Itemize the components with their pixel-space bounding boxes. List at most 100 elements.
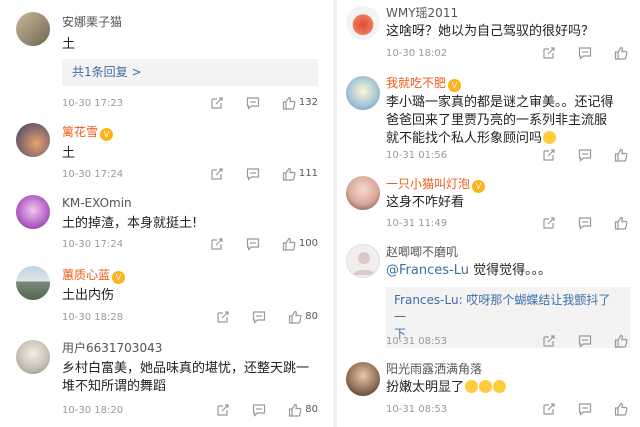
cartoon-face-avatar[interactable] [346,76,380,110]
comment-time: 10-31 08:53 [386,336,448,347]
share-icon[interactable] [542,46,556,60]
thumb-up-icon[interactable] [282,96,296,110]
laugh-emoji-icon [543,131,557,144]
comment-actions [520,148,628,162]
comment-icon[interactable] [578,216,592,230]
comment-time: 10-30 17:24 [62,239,124,250]
comment-username[interactable]: 一只小猫叫灯泡 V [386,177,486,193]
comment-text-line: 乡村白富美，她品味真的堪忧，还整天跳一 [62,361,310,376]
comment-username[interactable]: 安娜栗子猫 [62,15,122,29]
share-icon[interactable] [210,96,224,110]
comment-icon[interactable] [246,237,260,251]
thumb-up-icon[interactable] [288,310,302,324]
comment-time: 10-30 17:24 [62,169,124,180]
comment-username[interactable]: 赵唧唧不磨叽 [386,245,458,259]
thumb-up-icon[interactable] [614,334,628,348]
comment-icon[interactable] [578,402,592,416]
comment-item: 我就吃不肥 V 李小璐一家真的都是谜之审美。。还记得 爸爸回来了里贾乃亮的一系列非… [338,68,640,168]
thumb-up-icon[interactable] [282,237,296,251]
thumb-up-icon[interactable] [614,402,628,416]
comment-username[interactable]: 蕙质心蓝 V [62,268,126,284]
comment-time: 10-30 17:23 [62,98,124,109]
thumb-up-icon[interactable] [282,167,296,181]
comment-actions [520,46,628,60]
comment-icon[interactable] [246,96,260,110]
comment-icon[interactable] [252,403,266,417]
comment-text: 土的掉渣，本身就挺土! [62,216,198,231]
share-icon[interactable] [542,148,556,162]
comment-text: @Frances-Lu 觉得觉得。。。 [386,263,552,278]
purple-cartoon-avatar[interactable] [16,195,50,229]
share-icon[interactable] [216,403,230,417]
comment-text: 土 [62,37,76,52]
laugh-emoji-icon [479,380,493,393]
thumb-up-icon[interactable] [614,148,628,162]
sunset-avatar[interactable] [16,123,50,157]
comment-time: 10-31 01:56 [386,150,448,161]
comment-text: 土出内伤 [62,288,115,303]
thumb-up-icon[interactable] [614,216,628,230]
landscape-avatar[interactable] [16,266,50,300]
comment-item: 用户6631703043 乡村白富美，她品味真的堪忧，还整天跳一 堆不知所谓的舞… [0,330,330,427]
share-icon[interactable] [210,167,224,181]
vip-badge-icon: V [100,128,114,141]
comment-icon[interactable] [578,46,592,60]
cat-photo-avatar[interactable] [16,12,50,46]
comment-text: 乡村白富美，她品味真的堪忧，还整天跳一 堆不知所谓的舞蹈 [62,360,309,396]
man-avatar[interactable] [346,362,380,396]
like-count: 80 [305,404,318,415]
vip-badge-icon: V [448,79,462,92]
comment-actions [520,402,628,416]
column-divider [333,0,337,427]
mention-link[interactable]: @Frances-Lu [386,263,469,278]
comment-actions: 100 [188,237,318,251]
share-icon[interactable] [542,334,556,348]
comment-icon[interactable] [246,167,260,181]
comment-item: 一只小猫叫灯泡 V 这身不咋好看 10-31 11:49 [338,168,640,236]
comment-text-line: 堆不知所谓的舞蹈 [62,379,167,394]
comment-text-line: 就不能找个私人形象顾问吗 [386,130,614,148]
comment-item: 阳光雨露洒满角落 扮嫩太明显了 10-31 08:53 [338,352,640,427]
default-avatar[interactable] [346,244,380,278]
comment-username[interactable]: 篱花雪 V [62,125,114,141]
comment-actions: 132 [188,96,318,110]
laugh-emoji-icon [465,380,479,393]
like-count: 80 [305,311,318,322]
girl-avatar[interactable] [346,176,380,210]
comment-time: 10-31 11:49 [386,218,448,229]
share-icon[interactable] [216,310,230,324]
comment-time: 10-30 18:28 [62,312,124,323]
comment-item: 蕙质心蓝 V 土出内伤 10-30 18:28 80 [0,258,330,330]
comment-item: WMY瑶2011 这啥呀？她以为自己驾驭的很好吗？ 10-30 18:02 [338,0,640,68]
comment-item: KM-EXOmin 土的掉渣，本身就挺土! 10-30 17:24 100 [0,188,330,258]
comment-icon[interactable] [578,334,592,348]
comment-actions: 111 [188,167,318,181]
comment-username[interactable]: 阳光雨露洒满角落 [386,362,482,376]
vip-badge-icon: V [112,271,126,284]
red-fox-avatar[interactable] [346,6,380,40]
comment-icon[interactable] [578,148,592,162]
thumb-up-icon[interactable] [614,46,628,60]
comment-text-line: 李小璐一家真的都是谜之审美。。还记得 [386,95,614,110]
share-icon[interactable] [542,402,556,416]
comment-item: 安娜栗子猫 土 共1条回复 > 10-30 17:23 132 [0,0,330,118]
person-avatar[interactable] [16,340,50,374]
comment-username[interactable]: 用户6631703043 [62,341,162,355]
comment-username[interactable]: KM-EXOmin [62,196,132,210]
share-icon[interactable] [210,237,224,251]
comment-username[interactable]: 我就吃不肥 V [386,76,462,92]
comment-username[interactable]: WMY瑶2011 [386,6,458,20]
comment-item: 篱花雪 V 土 10-30 17:24 111 [0,118,330,188]
comment-text: 扮嫩太明显了 [386,379,507,397]
comment-text: 土 [62,146,76,161]
comment-time: 10-31 08:53 [386,404,448,415]
comment-text: 李小璐一家真的都是谜之审美。。还记得 爸爸回来了里贾乃亮的一系列非主流服 就不能… [386,94,614,148]
thumb-up-icon[interactable] [288,403,302,417]
comment-actions [520,216,628,230]
reply-thread-link[interactable]: 共1条回复 > [62,59,318,86]
comment-text: 这身不咋好看 [386,195,465,210]
like-count: 111 [298,168,318,179]
comment-icon[interactable] [252,310,266,324]
like-count: 100 [298,238,318,249]
share-icon[interactable] [542,216,556,230]
